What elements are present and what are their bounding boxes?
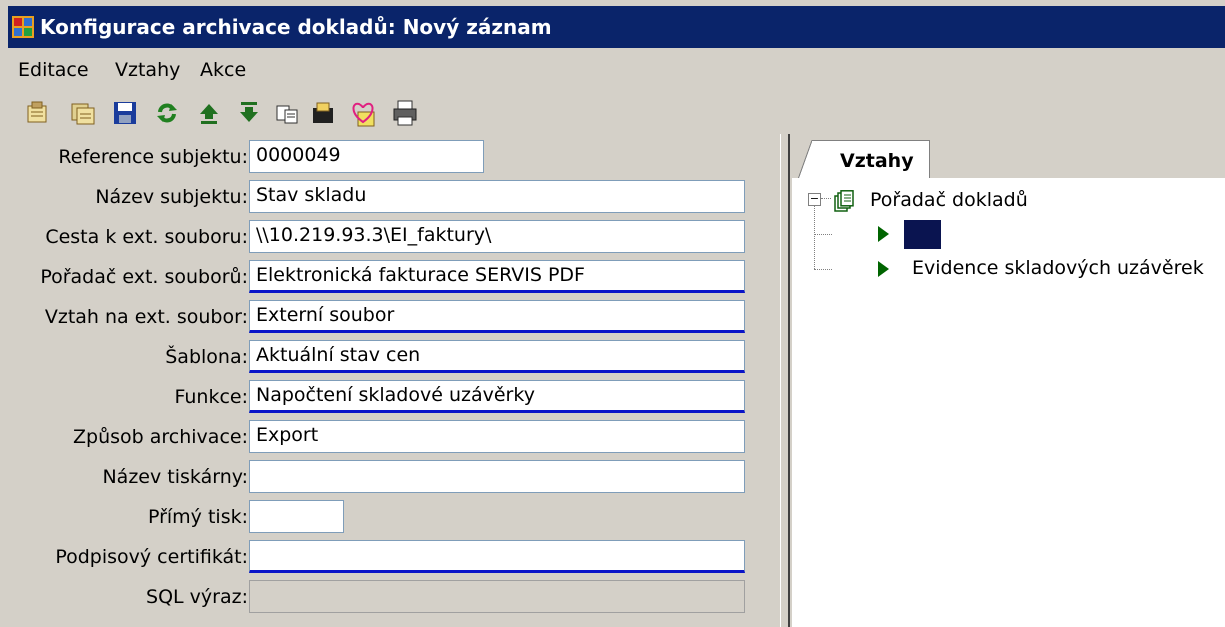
nazev-tiskarny-field[interactable]	[249, 460, 745, 493]
podpisovy-certifikat-field[interactable]	[249, 540, 745, 573]
menu-editace[interactable]: Editace	[18, 59, 89, 81]
app-icon	[12, 16, 34, 38]
tree-arrow-icon	[878, 261, 889, 277]
tab-strip: Vztahy	[792, 134, 1225, 179]
tree-root-label[interactable]: Pořadač dokladů	[870, 189, 1028, 211]
vztah-na-ext-soubor-field[interactable]: Externí soubor	[249, 300, 745, 333]
label-primy-tisk: Přímý tisk:	[147, 506, 248, 528]
tab-vztahy[interactable]: Vztahy	[798, 140, 930, 179]
tab-vztahy-label: Vztahy	[840, 150, 914, 172]
save-icon[interactable]	[110, 98, 140, 128]
label-reference-subjektu: Reference subjektu:	[58, 146, 248, 168]
paste-icon[interactable]	[272, 98, 302, 128]
tree-selected-node[interactable]	[904, 220, 941, 249]
tree-connector	[814, 269, 832, 270]
label-poradac-ext-souboru: Pořadač ext. souborů:	[40, 266, 248, 288]
label-funkce: Funkce:	[174, 386, 248, 408]
nazev-subjektu-field[interactable]: Stav skladu	[249, 180, 745, 213]
poradac-ext-souboru-field[interactable]: Elektronická fakturace SERVIS PDF	[249, 260, 745, 293]
relations-pane: Vztahy − Pořadač dokladů Evidence sklado…	[792, 134, 1225, 627]
print-icon[interactable]	[390, 98, 420, 128]
tree-connector	[814, 234, 832, 235]
tree-connector	[821, 198, 831, 199]
label-nazev-subjektu: Název subjektu:	[95, 186, 248, 208]
record-form: Reference subjektu: 0000049 Název subjek…	[8, 134, 778, 627]
window-title: Konfigurace archivace dokladů: Nový zázn…	[40, 15, 552, 39]
copy-record-icon[interactable]	[68, 98, 98, 128]
new-record-icon[interactable]	[22, 98, 52, 128]
sql-vyraz-field	[249, 580, 745, 613]
menu-bar: Editace Vztahy Akce	[8, 50, 1225, 90]
collapse-icon[interactable]: −	[808, 193, 821, 206]
refresh-icon[interactable]	[152, 98, 182, 128]
label-zpusob-archivace: Způsob archivace:	[73, 426, 248, 448]
label-nazev-tiskarny: Název tiskárny:	[102, 466, 248, 488]
menu-vztahy[interactable]: Vztahy	[115, 59, 180, 81]
pane-splitter[interactable]	[780, 134, 790, 627]
label-sql-vyraz: SQL výraz:	[146, 586, 248, 608]
move-up-icon[interactable]	[194, 98, 224, 128]
cesta-k-ext-souboru-field[interactable]: \\10.219.93.3\EI_faktury\	[249, 220, 745, 253]
move-down-icon[interactable]	[234, 98, 264, 128]
label-cesta-k-ext-souboru: Cesta k ext. souboru:	[45, 226, 248, 248]
menu-akce[interactable]: Akce	[200, 59, 246, 81]
primy-tisk-field[interactable]	[249, 500, 344, 533]
toolbar	[8, 92, 1225, 134]
label-vztah-na-ext-soubor: Vztah na ext. soubor:	[44, 306, 248, 328]
documents-folder-icon	[834, 190, 854, 212]
heart-icon[interactable]	[348, 98, 378, 128]
tree-node-label[interactable]: Evidence skladových uzávěrek	[912, 257, 1204, 279]
reference-subjektu-field[interactable]: 0000049	[249, 140, 484, 173]
tree-arrow-icon	[878, 226, 889, 242]
relations-tree: − Pořadač dokladů Evidence skladových uz…	[792, 178, 1225, 627]
tree-connector	[814, 206, 815, 269]
label-podpisovy-certifikat: Podpisový certifikát:	[55, 546, 248, 568]
label-sablona: Šablona:	[165, 346, 248, 368]
funkce-field[interactable]: Napočtení skladové uzávěrky	[249, 380, 745, 413]
sablona-field[interactable]: Aktuální stav cen	[249, 340, 745, 373]
zpusob-archivace-field[interactable]: Export	[249, 420, 745, 453]
window-title-bar[interactable]: Konfigurace archivace dokladů: Nový zázn…	[8, 6, 1225, 48]
folder-icon[interactable]	[308, 98, 338, 128]
